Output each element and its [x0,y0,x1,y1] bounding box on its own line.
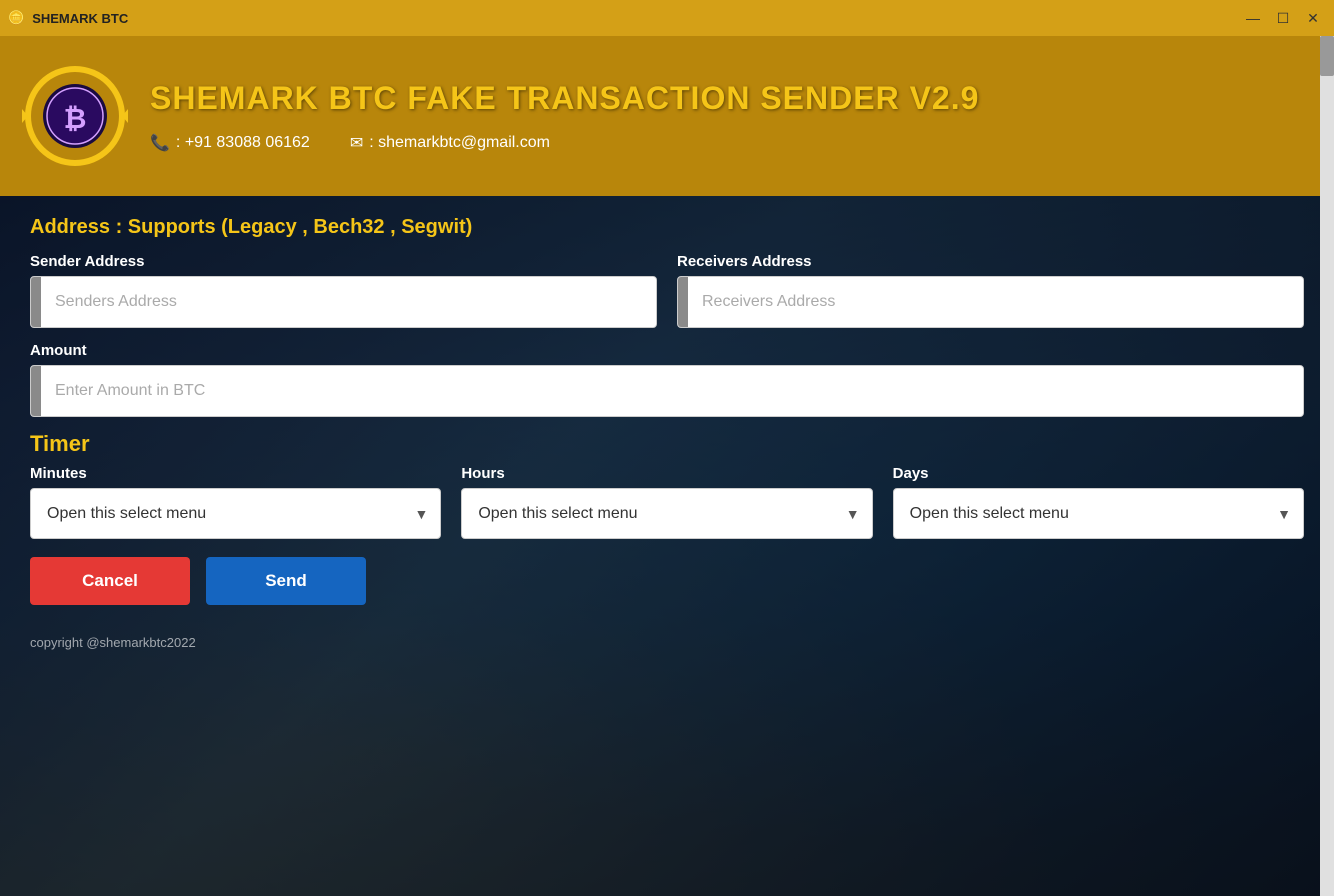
minutes-select[interactable]: Open this select menu 1 5 10 15 30 45 [31,489,440,538]
sender-input-accent [31,277,41,327]
title-bar-title: SHEMARK BTC [32,11,128,26]
days-group: Days Open this select menu 1 2 3 7 14 30… [893,465,1304,539]
sender-address-label: Sender Address [30,253,657,270]
cancel-button[interactable]: Cancel [30,557,190,605]
maximize-button[interactable]: ☐ [1270,5,1296,31]
timer-section: Timer Minutes Open this select menu 1 5 … [30,431,1304,539]
hours-group: Hours Open this select menu 1 2 6 12 24 … [461,465,872,539]
sender-address-wrapper [30,276,657,328]
phone-number: : +91 83088 06162 [176,134,310,152]
sender-address-input[interactable] [41,277,656,327]
timer-title: Timer [30,431,1304,457]
receiver-address-group: Receivers Address [677,253,1304,328]
app-title: SHEMARK BTC FAKE TRANSACTION SENDER V2.9 [150,80,1314,117]
amount-input-accent [31,366,41,416]
title-bar-controls: — ☐ ✕ [1240,5,1326,31]
amount-label: Amount [30,342,1304,359]
email-info: ✉ : shemarkbtc@gmail.com [350,133,550,153]
content-panel: Address : Supports (Legacy , Bech32 , Se… [0,196,1334,670]
minimize-button[interactable]: — [1240,5,1266,31]
email-icon: ✉ [350,133,363,153]
timer-row: Minutes Open this select menu 1 5 10 15 … [30,465,1304,539]
copyright-text: copyright @shemarkbtc2022 [30,635,1304,650]
hours-select-wrapper: Open this select menu 1 2 6 12 24 ▼ [461,488,872,539]
amount-wrapper [30,365,1304,417]
address-supports-label: Address : Supports (Legacy , Bech32 , Se… [30,216,1304,239]
receiver-address-label: Receivers Address [677,253,1304,270]
phone-info: 📞 : +91 83088 06162 [150,133,310,153]
header-contact: 📞 : +91 83088 06162 ✉ : shemarkbtc@gmail… [150,133,1314,153]
title-bar: 🪙 SHEMARK BTC — ☐ ✕ [0,0,1334,36]
main-content: Address : Supports (Legacy , Bech32 , Se… [0,196,1334,896]
amount-group: Amount [30,342,1304,417]
app-header: ₿ SHEMARK BTC FAKE TRANSACTION SENDER V2… [0,36,1334,196]
header-info: SHEMARK BTC FAKE TRANSACTION SENDER V2.9… [150,80,1314,153]
receiver-input-accent [678,277,688,327]
send-button[interactable]: Send [206,557,366,605]
address-row: Sender Address Receivers Address [30,253,1304,328]
phone-icon: 📞 [150,133,170,153]
days-label: Days [893,465,1304,482]
days-select[interactable]: Open this select menu 1 2 3 7 14 30 [894,489,1303,538]
svg-text:₿: ₿ [64,103,87,134]
title-bar-left: 🪙 SHEMARK BTC [8,10,128,26]
hours-select[interactable]: Open this select menu 1 2 6 12 24 [462,489,871,538]
minutes-label: Minutes [30,465,441,482]
email-address: : shemarkbtc@gmail.com [369,134,550,152]
minutes-select-wrapper: Open this select menu 1 5 10 15 30 45 ▼ [30,488,441,539]
button-row: Cancel Send [30,557,1304,605]
sender-address-group: Sender Address [30,253,657,328]
scrollbar[interactable] [1320,36,1334,896]
receiver-address-wrapper [677,276,1304,328]
amount-input[interactable] [41,366,1303,416]
title-bar-icon: 🪙 [8,10,24,26]
minutes-group: Minutes Open this select menu 1 5 10 15 … [30,465,441,539]
days-select-wrapper: Open this select menu 1 2 3 7 14 30 ▼ [893,488,1304,539]
app-logo: ₿ [20,61,130,171]
scrollbar-thumb[interactable] [1320,36,1334,76]
hours-label: Hours [461,465,872,482]
receiver-address-input[interactable] [688,277,1303,327]
close-button[interactable]: ✕ [1300,5,1326,31]
